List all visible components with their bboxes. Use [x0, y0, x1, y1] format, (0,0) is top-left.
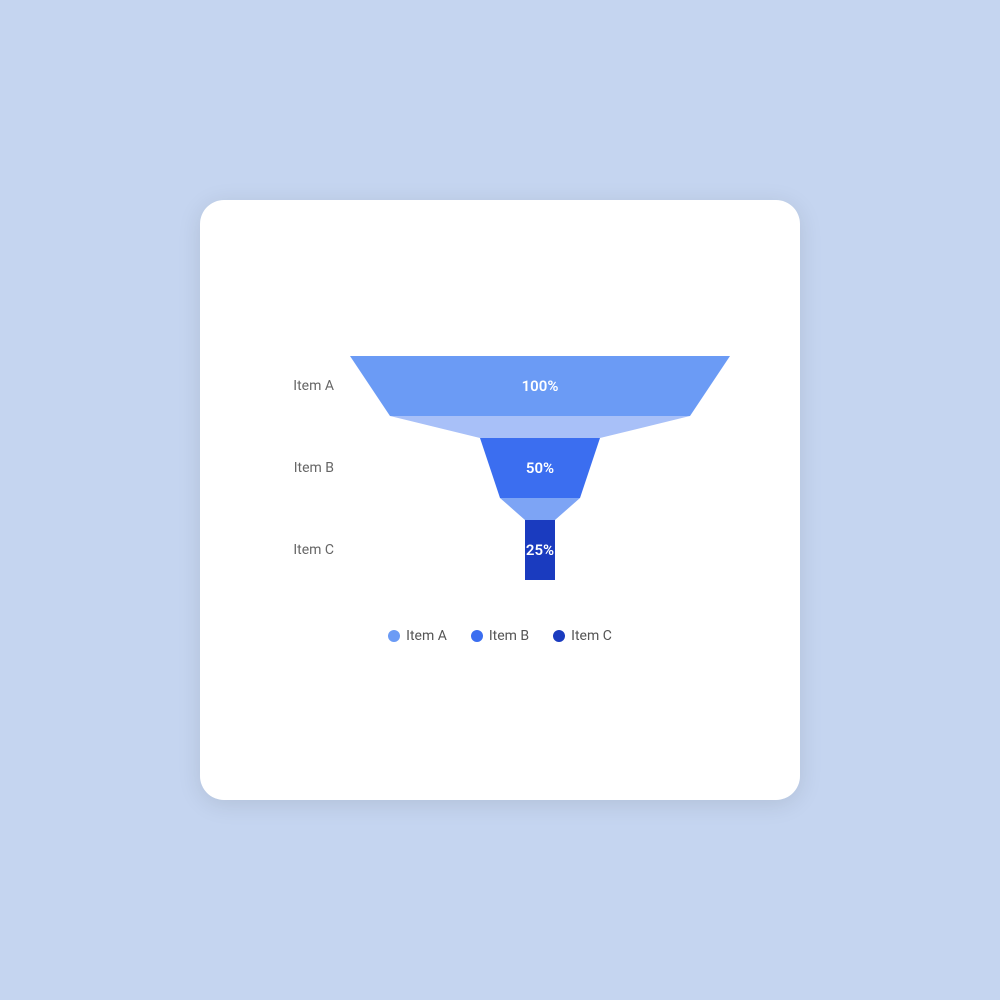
funnel-svg-container: 100% 50% 25%: [350, 356, 730, 600]
legend-item-c: Item C: [553, 628, 612, 644]
chart-card: Item A Item B Item C: [200, 200, 800, 800]
value-label-b: 50%: [526, 459, 554, 477]
legend-dot-b: [471, 630, 483, 642]
legend-dot-c: [553, 630, 565, 642]
funnel-svg: 100% 50% 25%: [350, 356, 730, 600]
label-item-b: Item B: [294, 460, 334, 476]
legend-item-a: Item A: [388, 628, 447, 644]
label-item-c: Item C: [293, 542, 334, 558]
legend-item-b: Item B: [471, 628, 529, 644]
chart-legend: Item A Item B Item C: [388, 628, 612, 644]
legend-label-b: Item B: [489, 628, 529, 644]
value-label-c: 25%: [526, 541, 554, 559]
legend-label-a: Item A: [406, 628, 447, 644]
label-item-a: Item A: [293, 378, 334, 394]
legend-dot-a: [388, 630, 400, 642]
connector-b: [500, 498, 580, 520]
chart-area: Item A Item B Item C: [260, 356, 740, 644]
legend-label-c: Item C: [571, 628, 612, 644]
value-label-a: 100%: [522, 377, 559, 395]
connector-a: [390, 416, 690, 438]
